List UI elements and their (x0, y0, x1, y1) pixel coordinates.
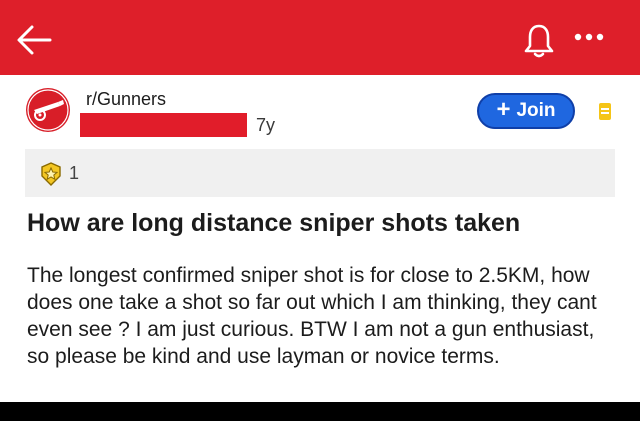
join-button[interactable]: + Join (477, 93, 575, 129)
top-app-bar (0, 0, 640, 75)
cannon-logo-icon (26, 88, 70, 132)
notifications-button[interactable] (522, 22, 556, 60)
post-content: r/Gunners 7y + Join 1 How are long dista… (0, 75, 640, 402)
more-horizontal-icon (574, 33, 604, 41)
award-icon (39, 162, 63, 186)
post-title: How are long distance sniper shots taken (27, 209, 521, 237)
more-options-button[interactable] (572, 26, 606, 48)
bell-icon (524, 24, 554, 58)
join-label: Join (516, 100, 556, 121)
subreddit-name[interactable]: r/Gunners (86, 89, 166, 110)
redacted-username (80, 113, 247, 137)
subreddit-avatar[interactable] (25, 87, 71, 133)
awards-bar[interactable]: 1 (25, 149, 615, 197)
plus-icon: + (496, 96, 511, 123)
bookmark-icon (599, 103, 611, 120)
back-arrow-icon (17, 25, 52, 55)
saved-posts-button[interactable] (598, 102, 612, 122)
award-count: 1 (69, 163, 80, 183)
bottom-edge (0, 402, 640, 421)
post-age: 7y (256, 115, 276, 135)
back-button[interactable] (14, 20, 54, 60)
post-body: The longest confirmed sniper shot is for… (27, 264, 597, 368)
